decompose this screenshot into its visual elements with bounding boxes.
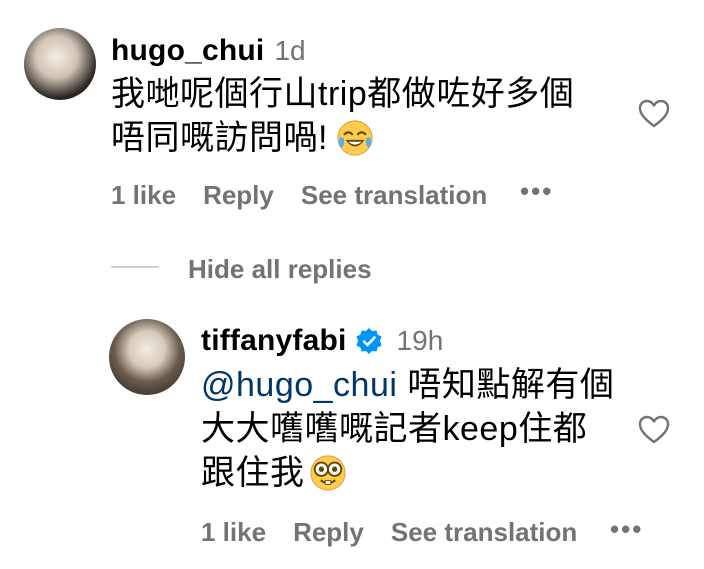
heart-outline-icon: [638, 99, 670, 128]
avatar[interactable]: [109, 319, 185, 395]
reply-see-translation[interactable]: See translation: [391, 519, 577, 545]
reply-more-button[interactable]: •••: [610, 514, 643, 545]
reply-like-button[interactable]: [637, 413, 671, 452]
reply-line-2: 大大嚿嚿嘅記者keep住都: [201, 410, 588, 448]
comment-header: hugo_chui 1d: [111, 36, 306, 66]
reply-line-3-text: 跟住我: [201, 454, 305, 492]
comment-line-2: 唔同嘅訪問喎!: [111, 116, 631, 160]
comment-time: 1d: [274, 35, 306, 66]
comment-actions: 1 like Reply See translation: [111, 182, 487, 208]
reply-actions: 1 like Reply See translation: [201, 519, 577, 545]
comment-line-2-text: 唔同嘅訪問喎!: [111, 119, 328, 157]
reply-username[interactable]: tiffanyfabi: [201, 326, 347, 356]
comment-more-button[interactable]: •••: [520, 176, 553, 207]
reply-line-1-text: 唔知點解有個: [397, 366, 615, 404]
comment-see-translation[interactable]: See translation: [301, 182, 487, 208]
comment-reply-button[interactable]: Reply: [203, 182, 274, 208]
avatar[interactable]: [24, 28, 96, 100]
reply-like-count[interactable]: 1 like: [201, 519, 266, 545]
hide-replies-button[interactable]: Hide all replies: [188, 256, 372, 282]
replies-divider: [111, 266, 159, 268]
verified-badge-icon: [356, 328, 382, 354]
face-with-tears-of-joy-icon: [336, 119, 374, 157]
reply-time: 19h: [396, 325, 444, 356]
more-options-icon: •••: [520, 176, 554, 206]
reply-line-1: @hugo_chui 唔知點解有個: [201, 363, 641, 407]
reply-line-3: 跟住我: [201, 451, 641, 495]
heart-outline-icon: [638, 415, 670, 444]
comment-like-button[interactable]: [637, 97, 671, 136]
nerd-face-icon: [309, 454, 347, 492]
comment-text: 我哋呢個行山trip都做咗好多個 唔同嘅訪問喎!: [111, 72, 631, 160]
comment-like-count[interactable]: 1 like: [111, 182, 176, 208]
more-options-icon: •••: [610, 514, 644, 544]
reply-header: tiffanyfabi 19h: [201, 326, 443, 356]
mention-link[interactable]: @hugo_chui: [201, 366, 397, 404]
reply-reply-button[interactable]: Reply: [293, 519, 364, 545]
comment-line-1: 我哋呢個行山trip都做咗好多個: [111, 75, 575, 113]
reply-text: @hugo_chui 唔知點解有個 大大嚿嚿嘅記者keep住都 跟住我: [201, 363, 641, 495]
comment-username[interactable]: hugo_chui: [111, 36, 264, 66]
